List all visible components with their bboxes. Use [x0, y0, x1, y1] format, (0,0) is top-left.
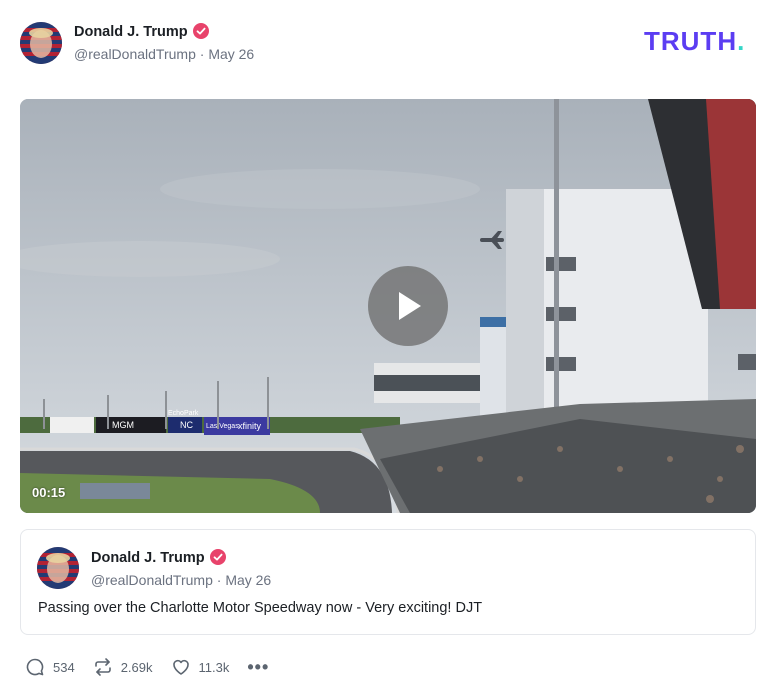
billboard-label-mgm: MGM [112, 420, 134, 430]
meta-separator: · [199, 46, 205, 62]
quoted-post-text: Passing over the Charlotte Motor Speedwa… [38, 600, 483, 616]
reply-count: 534 [53, 659, 75, 675]
retruth-count: 2.69k [120, 659, 153, 675]
quoted-verified-badge-icon [209, 549, 226, 565]
billboard-label-echopark: EchoPark [168, 410, 199, 417]
like-button[interactable]: 11.3k [171, 657, 230, 677]
quoted-author-avatar[interactable] [37, 547, 79, 589]
author-meta: @realDonaldTrump · May 26 [74, 46, 254, 62]
like-count: 11.3k [198, 659, 230, 675]
truth-logo[interactable]: TRUTH. [644, 26, 745, 57]
author-name[interactable]: Donald J. Trump [74, 23, 209, 40]
video-duration: 00:15 [32, 485, 66, 500]
verified-badge-icon [192, 23, 209, 39]
retruth-button[interactable]: 2.69k [93, 657, 153, 677]
post-actions: 534 2.69k 11.3k ••• [25, 656, 269, 678]
play-icon [399, 292, 421, 320]
quoted-author-meta: @realDonaldTrump · May 26 [91, 572, 271, 588]
author-avatar[interactable] [20, 22, 62, 64]
billboard-label-nc: NC [180, 420, 193, 430]
reply-button[interactable]: 534 [25, 657, 75, 677]
quoted-meta-separator: · [216, 572, 222, 588]
billboard-label-lasvegas: Las Vegas [206, 423, 239, 430]
quoted-post-date[interactable]: May 26 [225, 572, 271, 588]
quoted-author-handle[interactable]: @realDonaldTrump [91, 572, 213, 588]
quoted-post-card[interactable]: Donald J. Trump @realDonaldTrump · May 2… [20, 529, 756, 635]
quoted-author-name[interactable]: Donald J. Trump [91, 549, 226, 566]
more-options-button[interactable]: ••• [247, 657, 269, 678]
author-handle[interactable]: @realDonaldTrump [74, 46, 196, 62]
reply-icon [26, 658, 44, 676]
post-date[interactable]: May 26 [208, 46, 254, 62]
logo-dot: . [737, 26, 746, 56]
video-player[interactable]: MGM NC Las Vegas xfinity EchoPark 00:15 [20, 99, 756, 513]
billboard-label-xfinity: xfinity [238, 421, 262, 431]
logo-text: TRUTH [644, 26, 738, 56]
play-button[interactable] [368, 266, 448, 346]
quoted-author-name-text[interactable]: Donald J. Trump [91, 550, 205, 566]
heart-icon [172, 659, 189, 675]
author-name-text[interactable]: Donald J. Trump [74, 24, 188, 40]
retruth-icon [94, 658, 111, 676]
